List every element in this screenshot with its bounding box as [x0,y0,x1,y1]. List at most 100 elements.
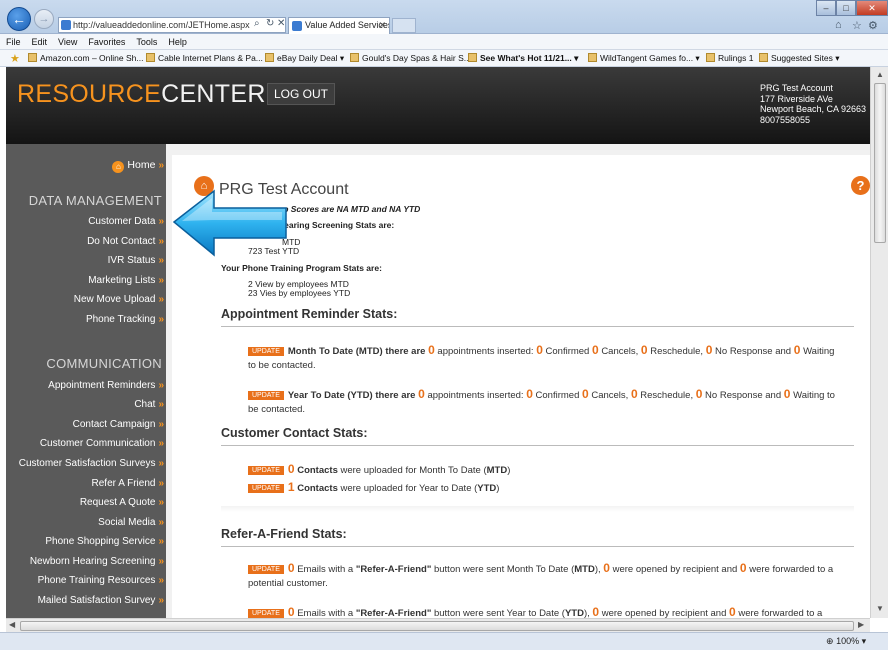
divider [221,326,854,327]
new-tab-button[interactable] [392,18,416,33]
sidebar-item-social-media[interactable]: Social Media» [98,517,164,528]
contact-mtd-stat: UPDATE 0 Contacts were uploaded for Month… [248,462,838,478]
sidebar-item-customer-data[interactable]: Customer Data» [88,216,164,227]
arrow-right-icon: → [38,13,50,25]
favorite-link[interactable]: Cable Internet Plans & Pa... [146,53,263,63]
sidebar-item-marketing-lists[interactable]: Marketing Lists» [88,275,164,286]
scroll-right-icon[interactable]: ▶ [858,620,864,629]
sidebar-item-appointment-reminders[interactable]: Appointment Reminders» [48,380,164,391]
sidebar-item-mailed-satisfaction-survey[interactable]: Mailed Satisfaction Survey» [38,595,164,606]
appointment-ytd-stat: UPDATE Year To Date (YTD) there are 0 app… [248,387,835,415]
page-icon [28,53,37,62]
section-heading-communication: COMMUNICATION [46,356,162,371]
favorite-link[interactable]: Suggested Sites ▾ [759,53,840,64]
refer-a-friend-ytd-stat: UPDATE 0 Emails with a "Refer-A-Friend" b… [248,605,838,618]
section-title-appointment-reminder: Appointment Reminder Stats: [221,307,398,321]
update-button[interactable]: UPDATE [248,391,284,400]
forward-button[interactable]: → [34,9,54,29]
update-button[interactable]: UPDATE [248,484,284,493]
page-icon [61,20,71,30]
back-button[interactable]: ← [7,7,31,31]
favorite-link[interactable]: See What's Hot 11/21... ▾ [468,53,578,64]
site-header: RESOURCECENTER LOG OUT PRG Test Account … [6,67,870,144]
intro-line: op Scores are NA MTD and NA YTD [278,204,421,214]
help-button[interactable]: ? [851,176,870,195]
favorite-link[interactable]: WildTangent Games fo... ▾ [588,53,700,64]
page-icon [350,53,359,62]
section-title-customer-contact: Customer Contact Stats: [221,426,368,440]
update-button[interactable]: UPDATE [248,609,284,618]
arrow-left-icon [172,189,287,257]
sidebar-item-phone-shopping-service[interactable]: Phone Shopping Service» [45,536,164,547]
appointment-mtd-stat: UPDATE Month To Date (MTD) there are 0 ap… [248,343,835,371]
zoom-icon: ⊕ [826,636,834,646]
scroll-up-icon[interactable]: ▲ [876,70,884,79]
vertical-scrollbar[interactable]: ▲ ▼ [870,67,888,618]
menu-tools[interactable]: Tools [130,34,162,47]
tab-value-added-services[interactable]: Value Added Services ✕ [288,17,390,34]
scroll-left-icon[interactable]: ◀ [9,620,15,629]
minimize-icon: – [823,3,829,13]
favorite-link[interactable]: eBay Daily Deal ▾ [265,53,344,64]
sidebar-item-newborn-hearing-screening[interactable]: Newborn Hearing Screening» [30,556,164,567]
sidebar-item-customer-satisfaction-surveys[interactable]: Customer Satisfaction Surveys» [19,458,164,469]
section-heading-data-management: DATA MANAGEMENT [28,193,162,208]
favorite-link[interactable]: Rulings 1 [706,53,753,63]
scrollbar-thumb[interactable] [874,83,886,243]
status-bar: ⊕ 100% ▾ [0,632,888,650]
update-button[interactable]: UPDATE [248,347,284,356]
sidebar-item-home[interactable]: ⌂ Home» [112,159,164,173]
intro-line: 23 Vies by employees YTD [248,288,351,298]
sidebar-item-do-not-contact[interactable]: Do Not Contact» [87,236,164,247]
zoom-control[interactable]: ⊕ 100% ▾ [826,636,866,647]
gear-icon[interactable]: ⚙ [868,19,878,32]
arrow-left-icon: ← [12,11,26,27]
favorite-link[interactable]: Gould's Day Spas & Hair S... [350,53,471,63]
close-button[interactable]: ✕ [856,0,888,16]
favorites-bar: ★ Amazon.com – Online Sh... Cable Intern… [0,50,888,67]
menu-file[interactable]: File [0,34,26,47]
sidebar-item-request-a-quote[interactable]: Request A Quote» [80,497,164,508]
tab-title: Value Added Services [305,20,390,30]
update-button[interactable]: UPDATE [248,466,284,475]
favorites-star-icon[interactable]: ★ [10,52,20,65]
stop-icon[interactable]: ✕ [277,18,285,29]
sidebar-item-ivr-status[interactable]: IVR Status» [108,255,164,266]
sidebar-item-refer-a-friend[interactable]: Refer A Friend» [92,478,164,489]
divider [221,445,854,446]
page-icon [146,53,155,62]
contact-ytd-stat: UPDATE 1 Contacts were uploaded for Year … [248,480,838,496]
maximize-button[interactable]: □ [836,0,856,16]
address-bar[interactable]: http://valueaddedonline.com/JETHome.aspx [58,17,286,33]
favorite-link[interactable]: Amazon.com – Online Sh... [28,53,143,63]
sidebar-item-phone-tracking[interactable]: Phone Tracking» [86,314,164,325]
logout-button[interactable]: LOG OUT [267,83,336,105]
maximize-icon: □ [843,3,849,13]
search-icon[interactable]: ⌕ [254,18,260,29]
sidebar: ⌂ Home» DATA MANAGEMENT Customer Data» Do… [6,144,166,618]
scroll-down-icon[interactable]: ▼ [876,604,884,613]
favorites-star-icon[interactable]: ☆ [852,19,862,32]
sidebar-item-phone-training-resources[interactable]: Phone Training Resources» [38,575,164,586]
page-icon [759,53,768,62]
update-button[interactable]: UPDATE [248,565,284,574]
close-tab-icon[interactable]: ✕ [378,18,386,33]
page-icon [588,53,597,62]
menu-view[interactable]: View [52,34,82,47]
sidebar-item-new-move-upload[interactable]: New Move Upload» [74,294,164,305]
menu-favorites[interactable]: Favorites [82,34,130,47]
refresh-icon[interactable]: ↻ [266,18,274,29]
close-icon: ✕ [868,2,876,13]
horizontal-scrollbar[interactable]: ◀ ▶ [6,618,870,632]
menu-edit[interactable]: Edit [26,34,53,47]
sidebar-item-customer-communication[interactable]: Customer Communication» [40,438,164,449]
sidebar-item-chat[interactable]: Chat» [134,399,164,410]
menu-help[interactable]: Help [162,34,192,47]
scrollbar-thumb[interactable] [20,621,854,631]
page-icon [265,53,274,62]
intro-line: Your Phone Training Program Stats are: [221,263,382,273]
home-icon[interactable]: ⌂ [835,19,842,31]
minimize-button[interactable]: – [816,0,836,16]
page-icon [706,53,715,62]
sidebar-item-contact-campaign[interactable]: Contact Campaign» [73,419,164,430]
